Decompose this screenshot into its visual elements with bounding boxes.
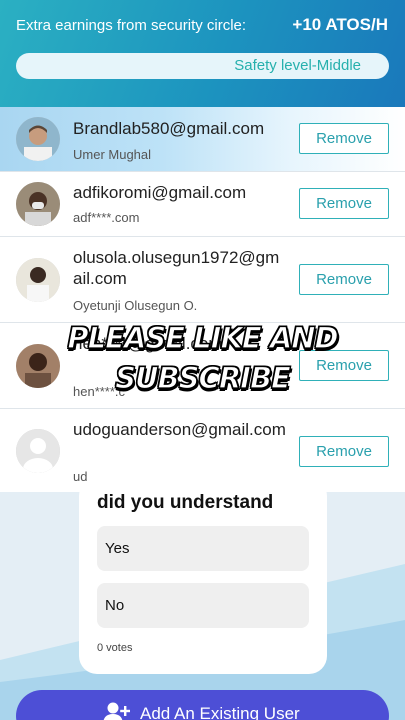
member-email: udoguanderson@gmail.com xyxy=(73,420,286,439)
security-circle-header: Extra earnings from security circle: +10… xyxy=(0,0,405,112)
member-avatar xyxy=(16,258,60,302)
poll-option-yes[interactable]: Yes xyxy=(97,526,309,571)
earnings-value: +10 ATOS/H xyxy=(292,15,388,34)
remove-button[interactable]: Remove xyxy=(299,436,389,467)
add-existing-user-button[interactable]: Add An Existing User xyxy=(16,690,389,720)
poll-card: did you understand Yes No 0 votes xyxy=(79,478,327,674)
member-row: adfikoromi@gmail.com adf****.com Remove xyxy=(0,172,405,237)
safety-level-text: Safety level-Middle xyxy=(234,57,361,74)
default-avatar-icon xyxy=(16,429,60,473)
add-existing-user-label: Add An Existing User xyxy=(140,704,300,720)
poll-option-no[interactable]: No xyxy=(97,583,309,628)
member-avatar xyxy=(16,117,60,161)
poll-votes: 0 votes xyxy=(97,642,133,654)
remove-button[interactable]: Remove xyxy=(299,188,389,219)
member-email: olusola.olusegun1972@gmail.com xyxy=(73,248,280,288)
member-row: olusola.olusegun1972@gmail.com Oyetunji … xyxy=(0,237,405,323)
member-name: Oyetunji Olusegun O. xyxy=(73,298,198,313)
safety-level-bar: Safety level-Middle xyxy=(16,53,389,79)
member-avatar xyxy=(16,344,60,388)
add-user-icon xyxy=(103,702,130,720)
subscribe-overlay-text: PLEASE LIKE AND SUBSCRIBE xyxy=(67,320,339,395)
member-name: adf****.com xyxy=(73,210,140,225)
member-email: adfikoromi@gmail.com xyxy=(73,183,247,202)
earnings-label: Extra earnings from security circle: xyxy=(16,17,247,34)
member-avatar xyxy=(16,182,60,226)
remove-button[interactable]: Remove xyxy=(299,264,389,295)
member-name: Umer Mughal xyxy=(73,147,152,162)
remove-button[interactable]: Remove xyxy=(299,123,389,154)
member-list: Brandlab580@gmail.com Umer Mughal Remove… xyxy=(0,107,405,493)
member-email: Brandlab580@gmail.com xyxy=(73,119,265,138)
member-row: Brandlab580@gmail.com Umer Mughal Remove xyxy=(0,107,405,172)
poll-question: did you understand xyxy=(97,492,274,513)
